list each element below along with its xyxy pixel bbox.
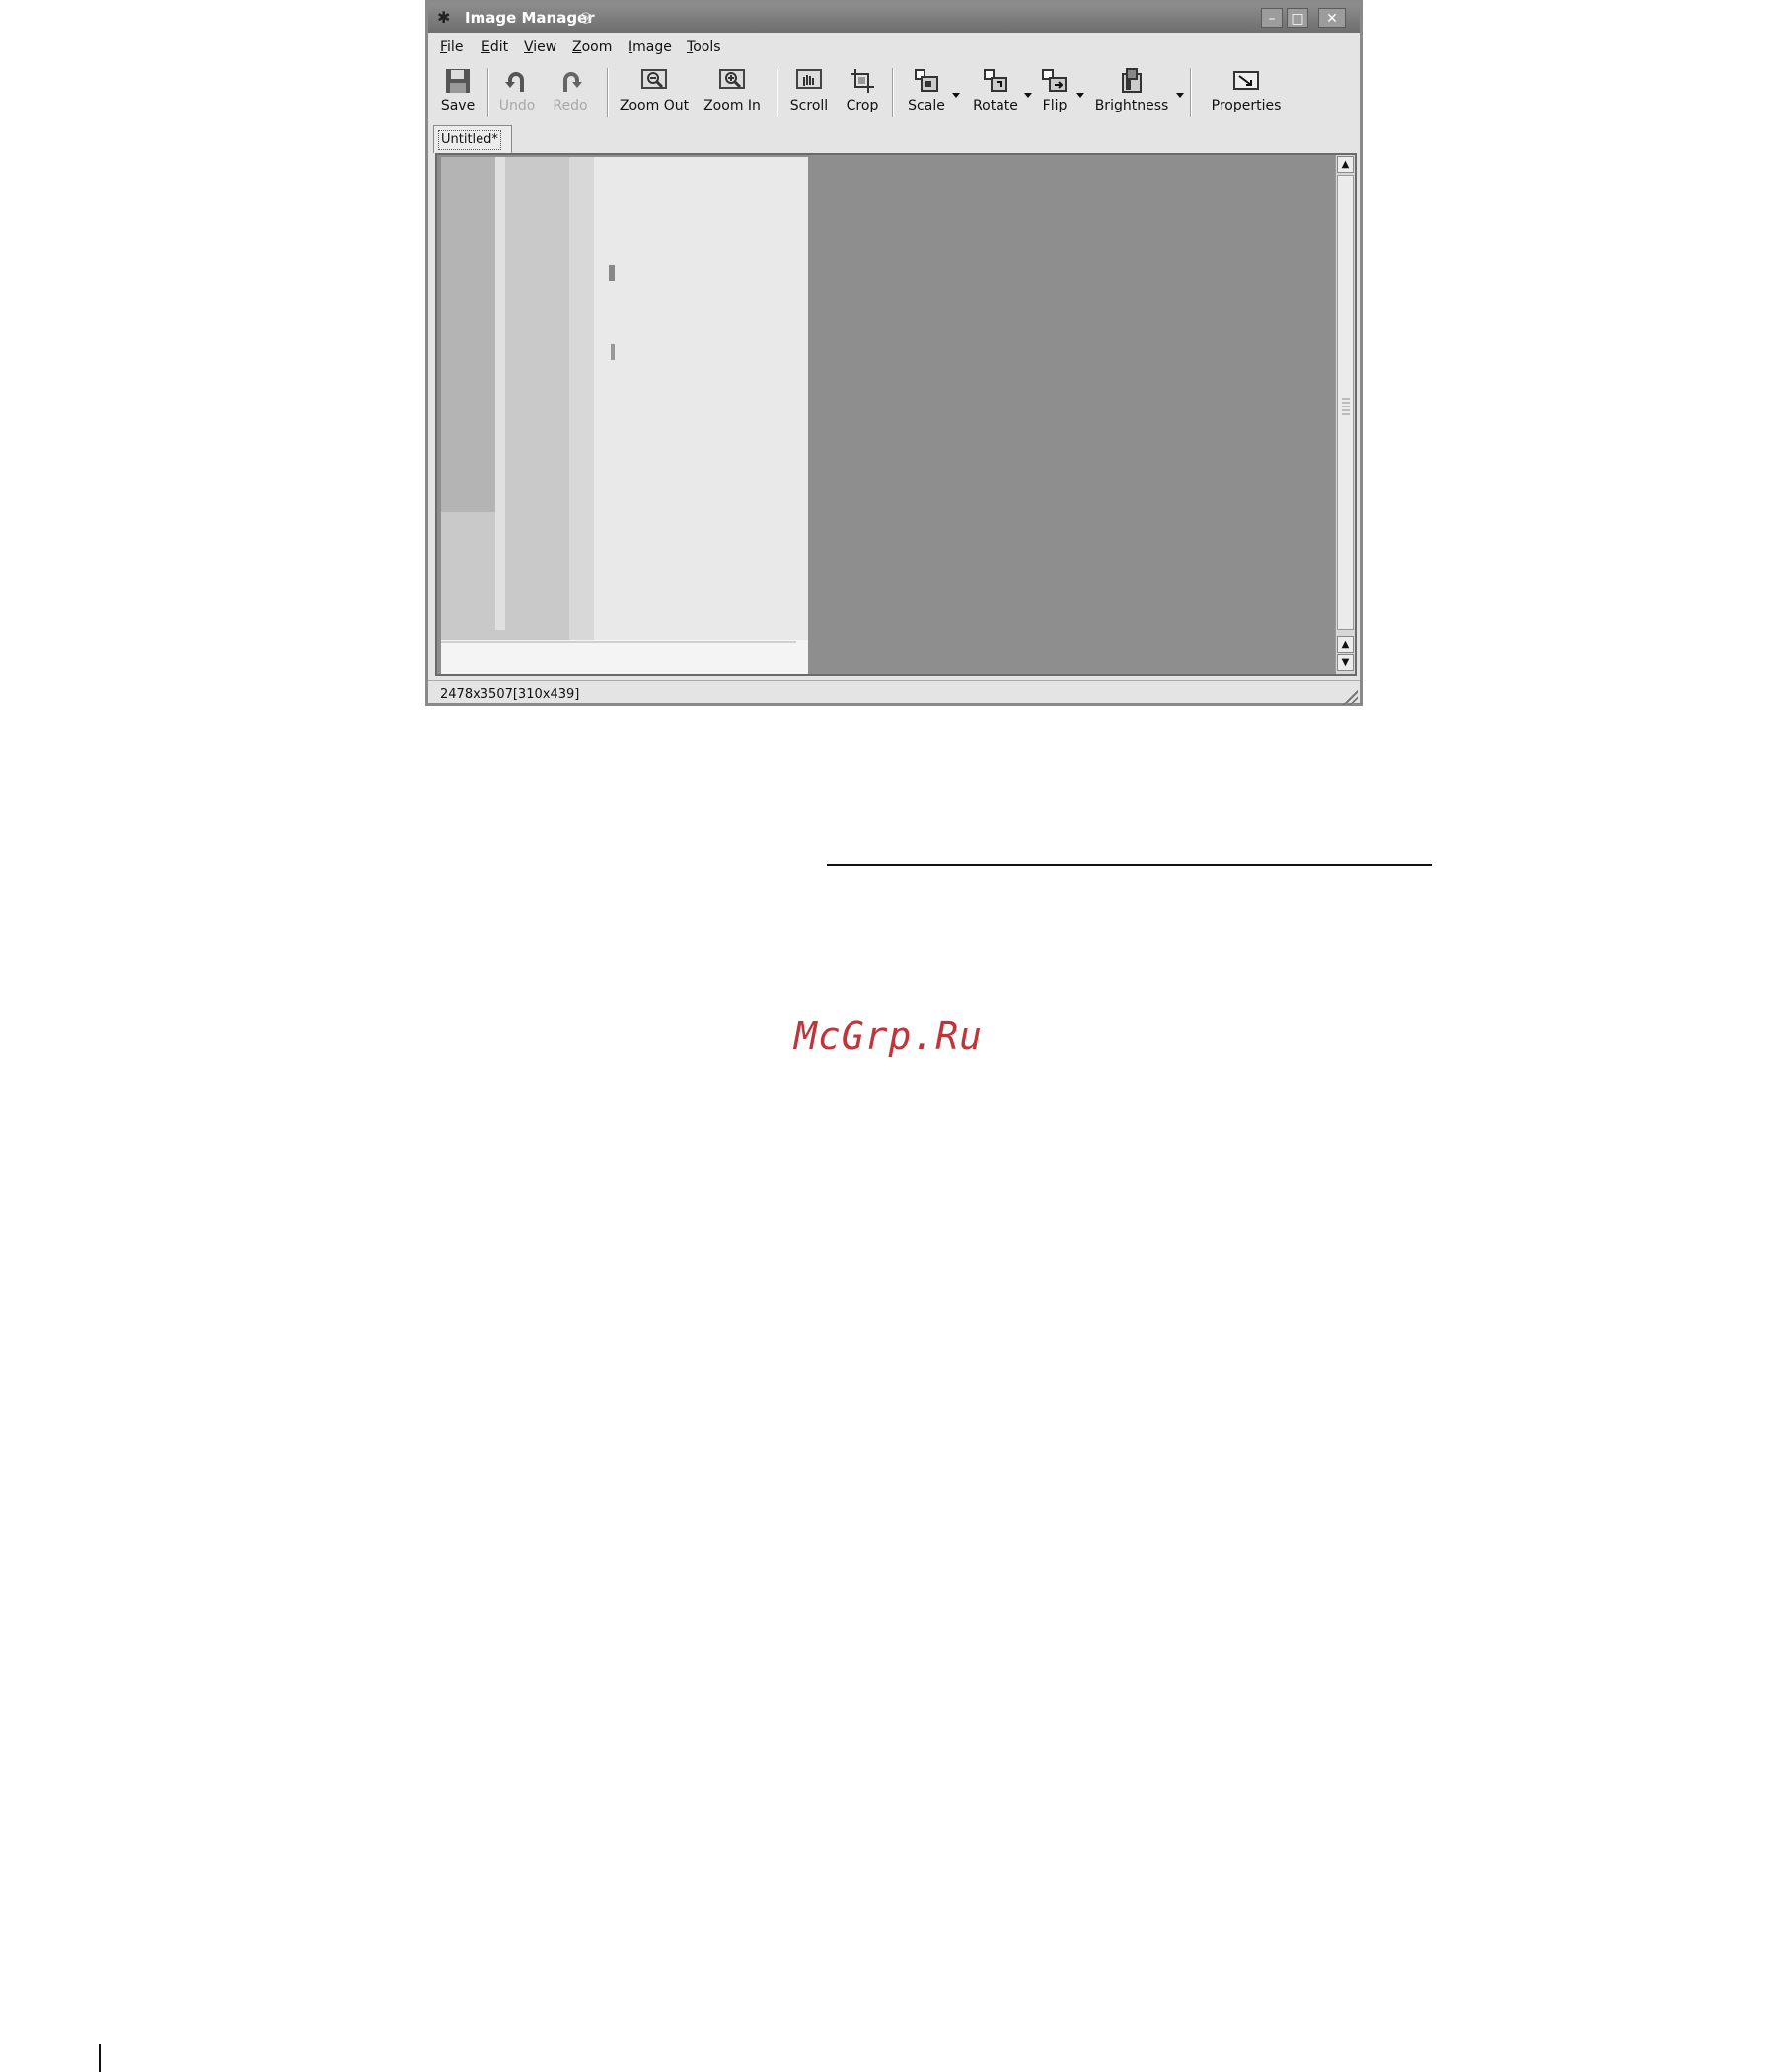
menu-zoom-label: oom (581, 39, 613, 55)
crop-button[interactable]: Crop (841, 66, 884, 121)
rotate-button[interactable]: Rotate (966, 66, 1025, 121)
zoom-in-icon (719, 69, 745, 89)
zoom-in-button[interactable]: Zoom In (700, 66, 765, 121)
scanned-image-preview (441, 157, 808, 674)
zoom-out-button[interactable]: Zoom Out (616, 66, 693, 121)
menu-file-mnemonic: F (440, 39, 448, 55)
tab-label: Untitled* (438, 130, 501, 150)
app-icon[interactable]: ✱ (437, 9, 455, 27)
scroll-down-arrow-icon[interactable]: ▼ (1337, 654, 1354, 671)
menu-tools[interactable]: Tools (687, 38, 721, 56)
zoom-out-icon (641, 69, 667, 89)
scale-icon (915, 69, 938, 92)
menu-view[interactable]: View (524, 38, 556, 56)
tab-bar: Untitled* (428, 123, 1360, 153)
flip-button[interactable]: Flip (1034, 66, 1075, 121)
page-margin-mark (99, 2044, 101, 2072)
menu-view-mnemonic: V (524, 39, 534, 55)
menu-zoom[interactable]: Zoom (572, 38, 612, 56)
rotate-label: Rotate (973, 98, 1018, 113)
undo-arrow-icon (505, 72, 524, 92)
hand-scroll-icon (796, 69, 822, 89)
menu-edit[interactable]: Edit (481, 38, 508, 56)
properties-icon (1233, 71, 1259, 90)
scrollbar-thumb[interactable] (1337, 175, 1354, 630)
vertical-scrollbar[interactable]: ▲ ▲ ▼ (1335, 155, 1355, 674)
scroll-up-arrow-icon[interactable]: ▲ (1337, 156, 1354, 173)
scrollbar-grip (1342, 398, 1350, 417)
undo-label: Undo (498, 98, 536, 113)
toolbar-separator (892, 68, 894, 117)
menu-view-label: iew (533, 39, 557, 55)
image-viewport[interactable]: ▲ ▲ ▼ (435, 153, 1357, 676)
window-title: Image Manager (465, 9, 595, 27)
horizontal-rule (827, 864, 1432, 866)
toolbar: Save Undo Redo Zoom Out Zoom In Scroll C… (428, 60, 1360, 123)
scale-button[interactable]: Scale (900, 66, 953, 121)
status-bar: 2478x3507[310x439] (428, 680, 1360, 707)
menu-file[interactable]: File (440, 38, 463, 56)
scroll-up-arrow-icon[interactable]: ▲ (1337, 636, 1354, 653)
scroll-label: Scroll (789, 98, 829, 113)
scroll-button[interactable]: Scroll (784, 66, 834, 121)
crop-label: Crop (846, 98, 879, 113)
resize-grip-icon[interactable] (1342, 690, 1358, 705)
maximize-button[interactable]: □ (1287, 8, 1308, 28)
save-label: Save (440, 98, 476, 113)
zoom-in-label: Zoom In (703, 98, 761, 113)
flip-label: Flip (1042, 98, 1068, 113)
flip-icon (1042, 69, 1067, 92)
save-button[interactable]: Save (438, 66, 478, 121)
properties-label: Properties (1211, 98, 1282, 113)
scale-dropdown-arrow-icon[interactable] (951, 90, 961, 100)
undo-button[interactable]: Undo (495, 66, 539, 121)
menu-edit-label: dit (489, 39, 509, 55)
menu-file-label: ile (447, 39, 464, 55)
minimize-button[interactable]: – (1261, 8, 1283, 28)
watermark: McGrp.Ru (794, 1014, 984, 1058)
menu-tools-label: ools (693, 39, 721, 55)
menu-zoom-mnemonic: Z (572, 39, 582, 55)
scale-label: Scale (908, 98, 945, 113)
brightness-button[interactable]: Brightness (1087, 66, 1176, 121)
properties-button[interactable]: Properties (1198, 66, 1295, 121)
toolbar-separator (1190, 68, 1192, 117)
tab-untitled[interactable]: Untitled* (433, 125, 512, 153)
rotate-icon (984, 69, 1007, 92)
redo-button[interactable]: Redo (549, 66, 592, 121)
menu-image[interactable]: Image (629, 38, 672, 56)
image-dimensions-status: 2478x3507[310x439] (440, 687, 580, 702)
brightness-label: Brightness (1094, 98, 1169, 113)
menu-image-label: mage (632, 39, 672, 55)
redo-arrow-icon (563, 72, 582, 92)
floppy-disk-icon (446, 69, 470, 93)
flip-dropdown-arrow-icon[interactable] (1075, 90, 1085, 100)
toolbar-separator (487, 68, 489, 117)
title-decoration-icon: ◎ (579, 8, 593, 26)
title-bar[interactable]: ✱ Image Manager ◎ – □ ✕ (428, 3, 1360, 33)
crop-icon (851, 69, 874, 93)
toolbar-separator (607, 68, 609, 117)
image-manager-window: ✱ Image Manager ◎ – □ ✕ File Edit View Z… (425, 0, 1363, 706)
brightness-dropdown-arrow-icon[interactable] (1175, 90, 1185, 100)
rotate-dropdown-arrow-icon[interactable] (1023, 90, 1033, 100)
close-button[interactable]: ✕ (1318, 8, 1346, 28)
redo-label: Redo (553, 98, 588, 113)
menu-bar: File Edit View Zoom Image Tools (428, 33, 1360, 60)
zoom-out-label: Zoom Out (619, 98, 690, 113)
brightness-icon (1122, 68, 1142, 93)
menu-edit-mnemonic: E (481, 39, 490, 55)
toolbar-separator (777, 68, 778, 117)
